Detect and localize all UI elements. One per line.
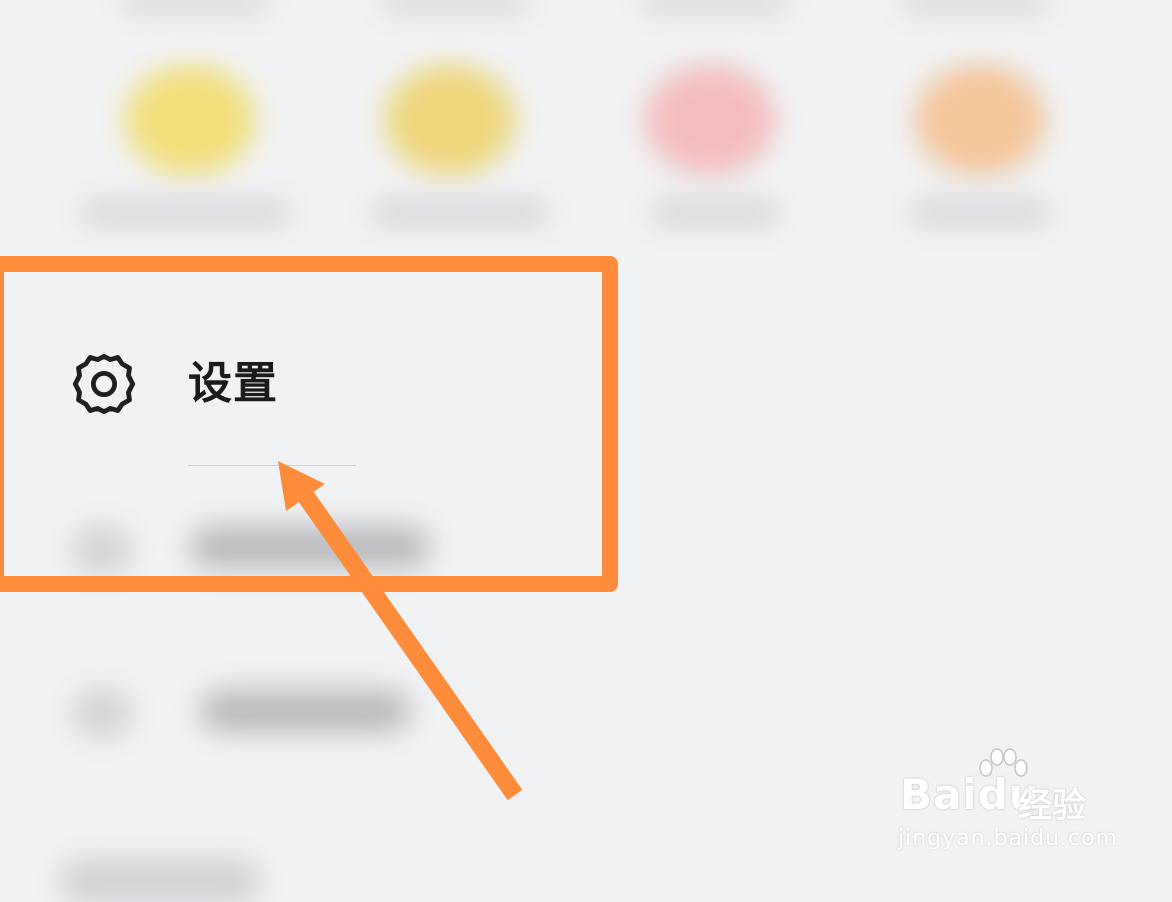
watermark-product: 经验: [1018, 786, 1086, 826]
watermark-url: jingyan.baidu.com: [898, 826, 1119, 851]
baidu-watermark: Baidu 经验 jingyan.baidu.com: [890, 748, 1120, 858]
